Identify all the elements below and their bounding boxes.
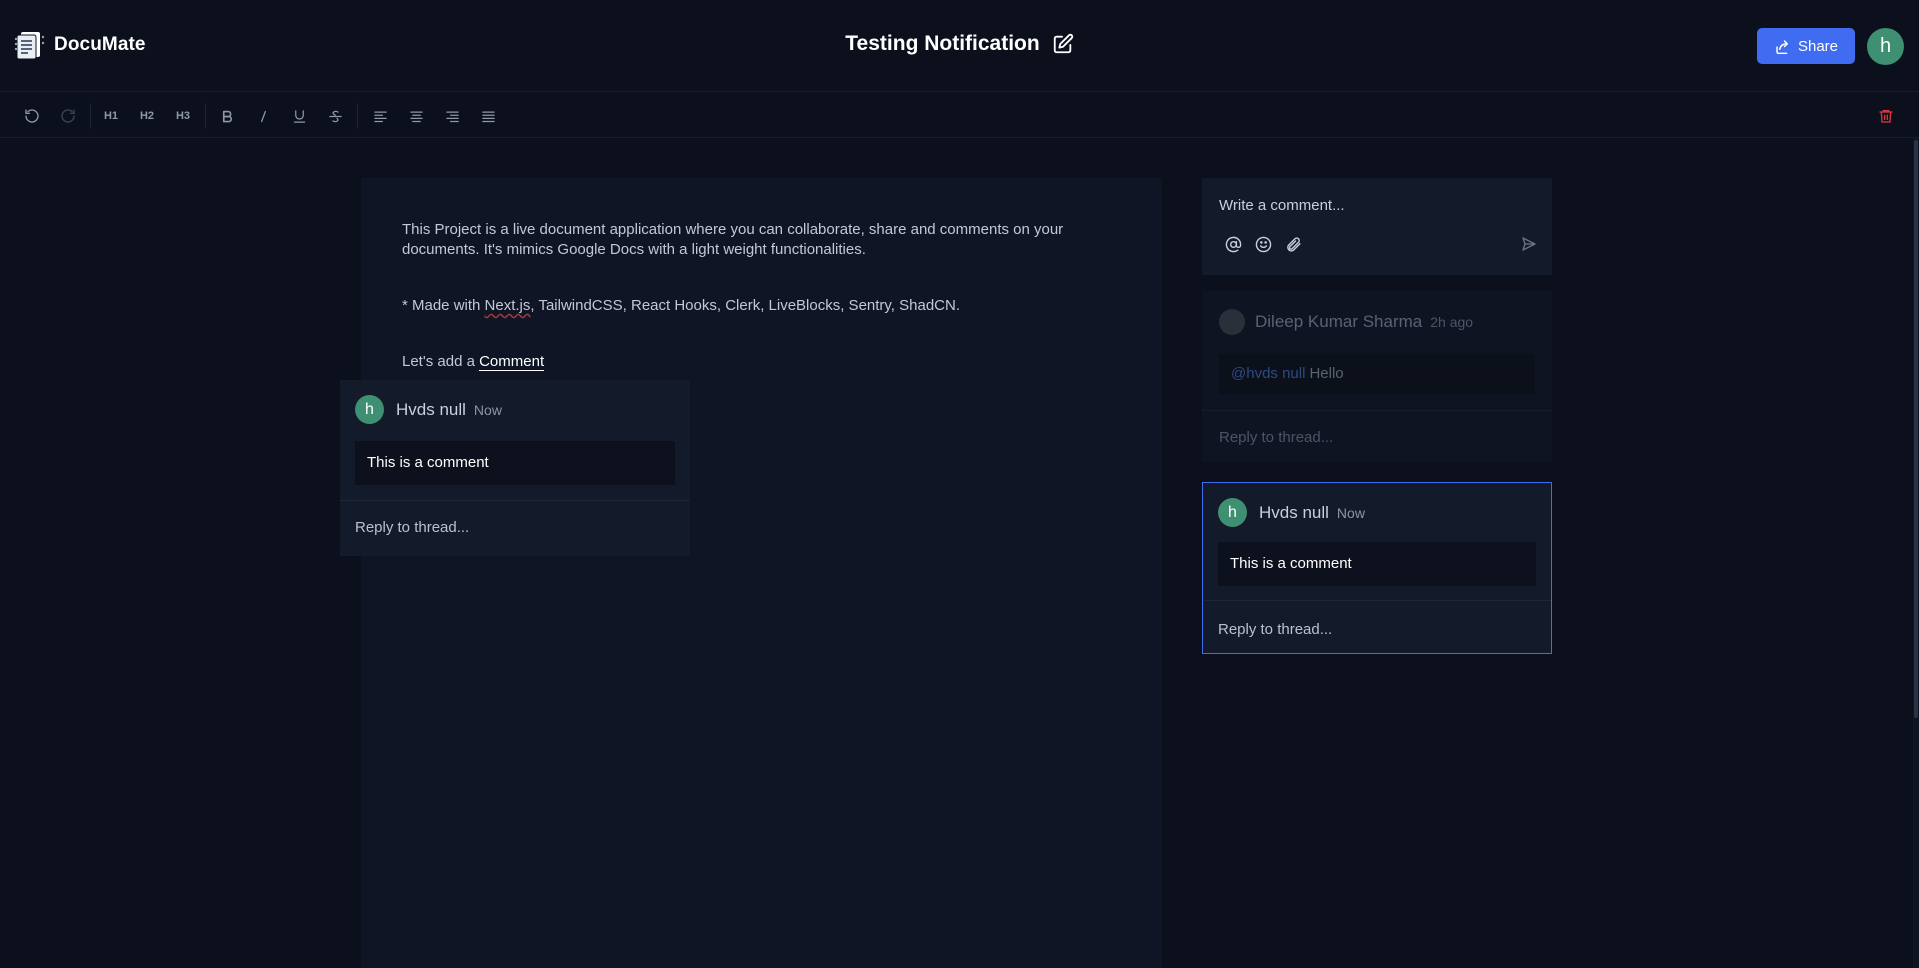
thread-divider bbox=[1203, 600, 1551, 601]
strikethrough-icon bbox=[328, 110, 342, 122]
paragraph-tech-prefix: * Made with bbox=[402, 297, 485, 314]
heading-2-button[interactable]: H2 bbox=[132, 101, 162, 131]
share-icon bbox=[1776, 39, 1789, 54]
align-left-button[interactable] bbox=[365, 101, 395, 131]
paragraph-comment[interactable]: Let's add a Comment bbox=[402, 352, 1122, 372]
mention-tag[interactable]: @hvds null bbox=[1231, 365, 1305, 382]
paragraph-intro[interactable]: This Project is a live document applicat… bbox=[402, 220, 1122, 260]
toolbar-divider bbox=[357, 103, 358, 129]
document-editor[interactable]: This Project is a live document applicat… bbox=[361, 178, 1162, 968]
undo-icon bbox=[25, 109, 39, 123]
bold-icon bbox=[222, 110, 232, 122]
avatar bbox=[1219, 309, 1245, 335]
toolbar-divider bbox=[205, 103, 206, 129]
comment-author: Hvds null bbox=[1259, 502, 1329, 522]
thread-header: h Hvds null Now bbox=[1218, 498, 1365, 527]
avatar: h bbox=[1218, 498, 1247, 527]
emoji-icon bbox=[1255, 236, 1271, 252]
title-area: Testing Notification bbox=[0, 32, 1919, 56]
heading-1-button[interactable]: H1 bbox=[96, 101, 126, 131]
thread-header: h Hvds null Now bbox=[355, 395, 502, 424]
thread-divider bbox=[340, 500, 690, 501]
mention-button[interactable] bbox=[1222, 233, 1244, 255]
reply-input[interactable]: Reply to thread... bbox=[355, 519, 469, 536]
share-button[interactable]: Share bbox=[1757, 28, 1855, 64]
emoji-button[interactable] bbox=[1252, 233, 1274, 255]
undo-button[interactable] bbox=[17, 101, 47, 131]
thread-header: Dileep Kumar Sharma 2h ago bbox=[1219, 309, 1473, 335]
scrollbar-thumb[interactable] bbox=[1914, 140, 1918, 718]
comment-body: This is a comment bbox=[355, 441, 675, 485]
comment-text: Hello bbox=[1309, 365, 1344, 382]
align-right-button[interactable] bbox=[437, 101, 467, 131]
align-right-icon bbox=[445, 111, 459, 122]
paragraph-comment-prefix: Let's add a bbox=[402, 353, 480, 370]
comment-time: 2h ago bbox=[1430, 314, 1474, 330]
bold-button[interactable] bbox=[212, 101, 242, 131]
comment-body: This is a comment bbox=[1218, 542, 1536, 586]
underline-icon bbox=[293, 109, 305, 123]
comment-body: @hvds null Hello bbox=[1219, 354, 1535, 394]
comment-author: Dileep Kumar Sharma bbox=[1255, 312, 1423, 331]
italic-icon bbox=[260, 110, 266, 122]
floating-comment-thread[interactable]: h Hvds null Now This is a comment Reply … bbox=[340, 380, 690, 556]
spellcheck-word: Next.js bbox=[484, 297, 531, 314]
trash-icon bbox=[1879, 110, 1893, 123]
delete-document-button[interactable] bbox=[1871, 101, 1901, 131]
redo-icon bbox=[61, 109, 75, 123]
heading-3-button[interactable]: H3 bbox=[168, 101, 198, 131]
align-center-icon bbox=[409, 111, 423, 122]
user-avatar[interactable]: h bbox=[1867, 28, 1904, 65]
commented-text-highlight[interactable]: Comment bbox=[479, 353, 545, 371]
paperclip-icon bbox=[1286, 236, 1301, 252]
edit-icon[interactable] bbox=[1052, 33, 1074, 55]
header: DocuMate Testing Notification Share h bbox=[0, 0, 1919, 92]
toolbar-divider bbox=[90, 103, 91, 129]
comment-time: Now bbox=[473, 401, 502, 418]
avatar: h bbox=[355, 395, 384, 424]
send-icon bbox=[1522, 237, 1536, 251]
italic-button[interactable] bbox=[248, 101, 278, 131]
align-left-icon bbox=[373, 111, 387, 122]
comment-author: Hvds null bbox=[396, 399, 466, 419]
comment-thread[interactable]: Dileep Kumar Sharma 2h ago @hvds null Hel… bbox=[1202, 291, 1552, 462]
paragraph-tech[interactable]: * Made with Next.js, TailwindCSS, React … bbox=[402, 296, 1122, 316]
redo-button[interactable] bbox=[53, 101, 83, 131]
send-button[interactable] bbox=[1518, 233, 1540, 255]
document-title[interactable]: Testing Notification bbox=[845, 32, 1039, 56]
align-center-button[interactable] bbox=[401, 101, 431, 131]
align-justify-button[interactable] bbox=[473, 101, 503, 131]
formatting-toolbar: H1 H2 H3 bbox=[0, 93, 1919, 138]
comment-time: Now bbox=[1336, 504, 1365, 521]
thread-divider bbox=[1202, 410, 1552, 411]
attach-button[interactable] bbox=[1282, 233, 1304, 255]
reply-input[interactable]: Reply to thread... bbox=[1219, 429, 1333, 446]
share-label: Share bbox=[1797, 37, 1839, 55]
at-sign-icon bbox=[1225, 236, 1241, 252]
comment-composer: Write a comment... bbox=[1202, 178, 1552, 275]
strikethrough-button[interactable] bbox=[320, 101, 350, 131]
underline-button[interactable] bbox=[284, 101, 314, 131]
align-justify-icon bbox=[481, 111, 495, 122]
comment-input[interactable]: Write a comment... bbox=[1219, 197, 1345, 214]
reply-input[interactable]: Reply to thread... bbox=[1218, 621, 1332, 638]
paragraph-tech-suffix: , TailwindCSS, React Hooks, Clerk, LiveB… bbox=[530, 297, 960, 314]
active-comment-thread[interactable]: h Hvds null Now This is a comment Reply … bbox=[1202, 482, 1552, 654]
